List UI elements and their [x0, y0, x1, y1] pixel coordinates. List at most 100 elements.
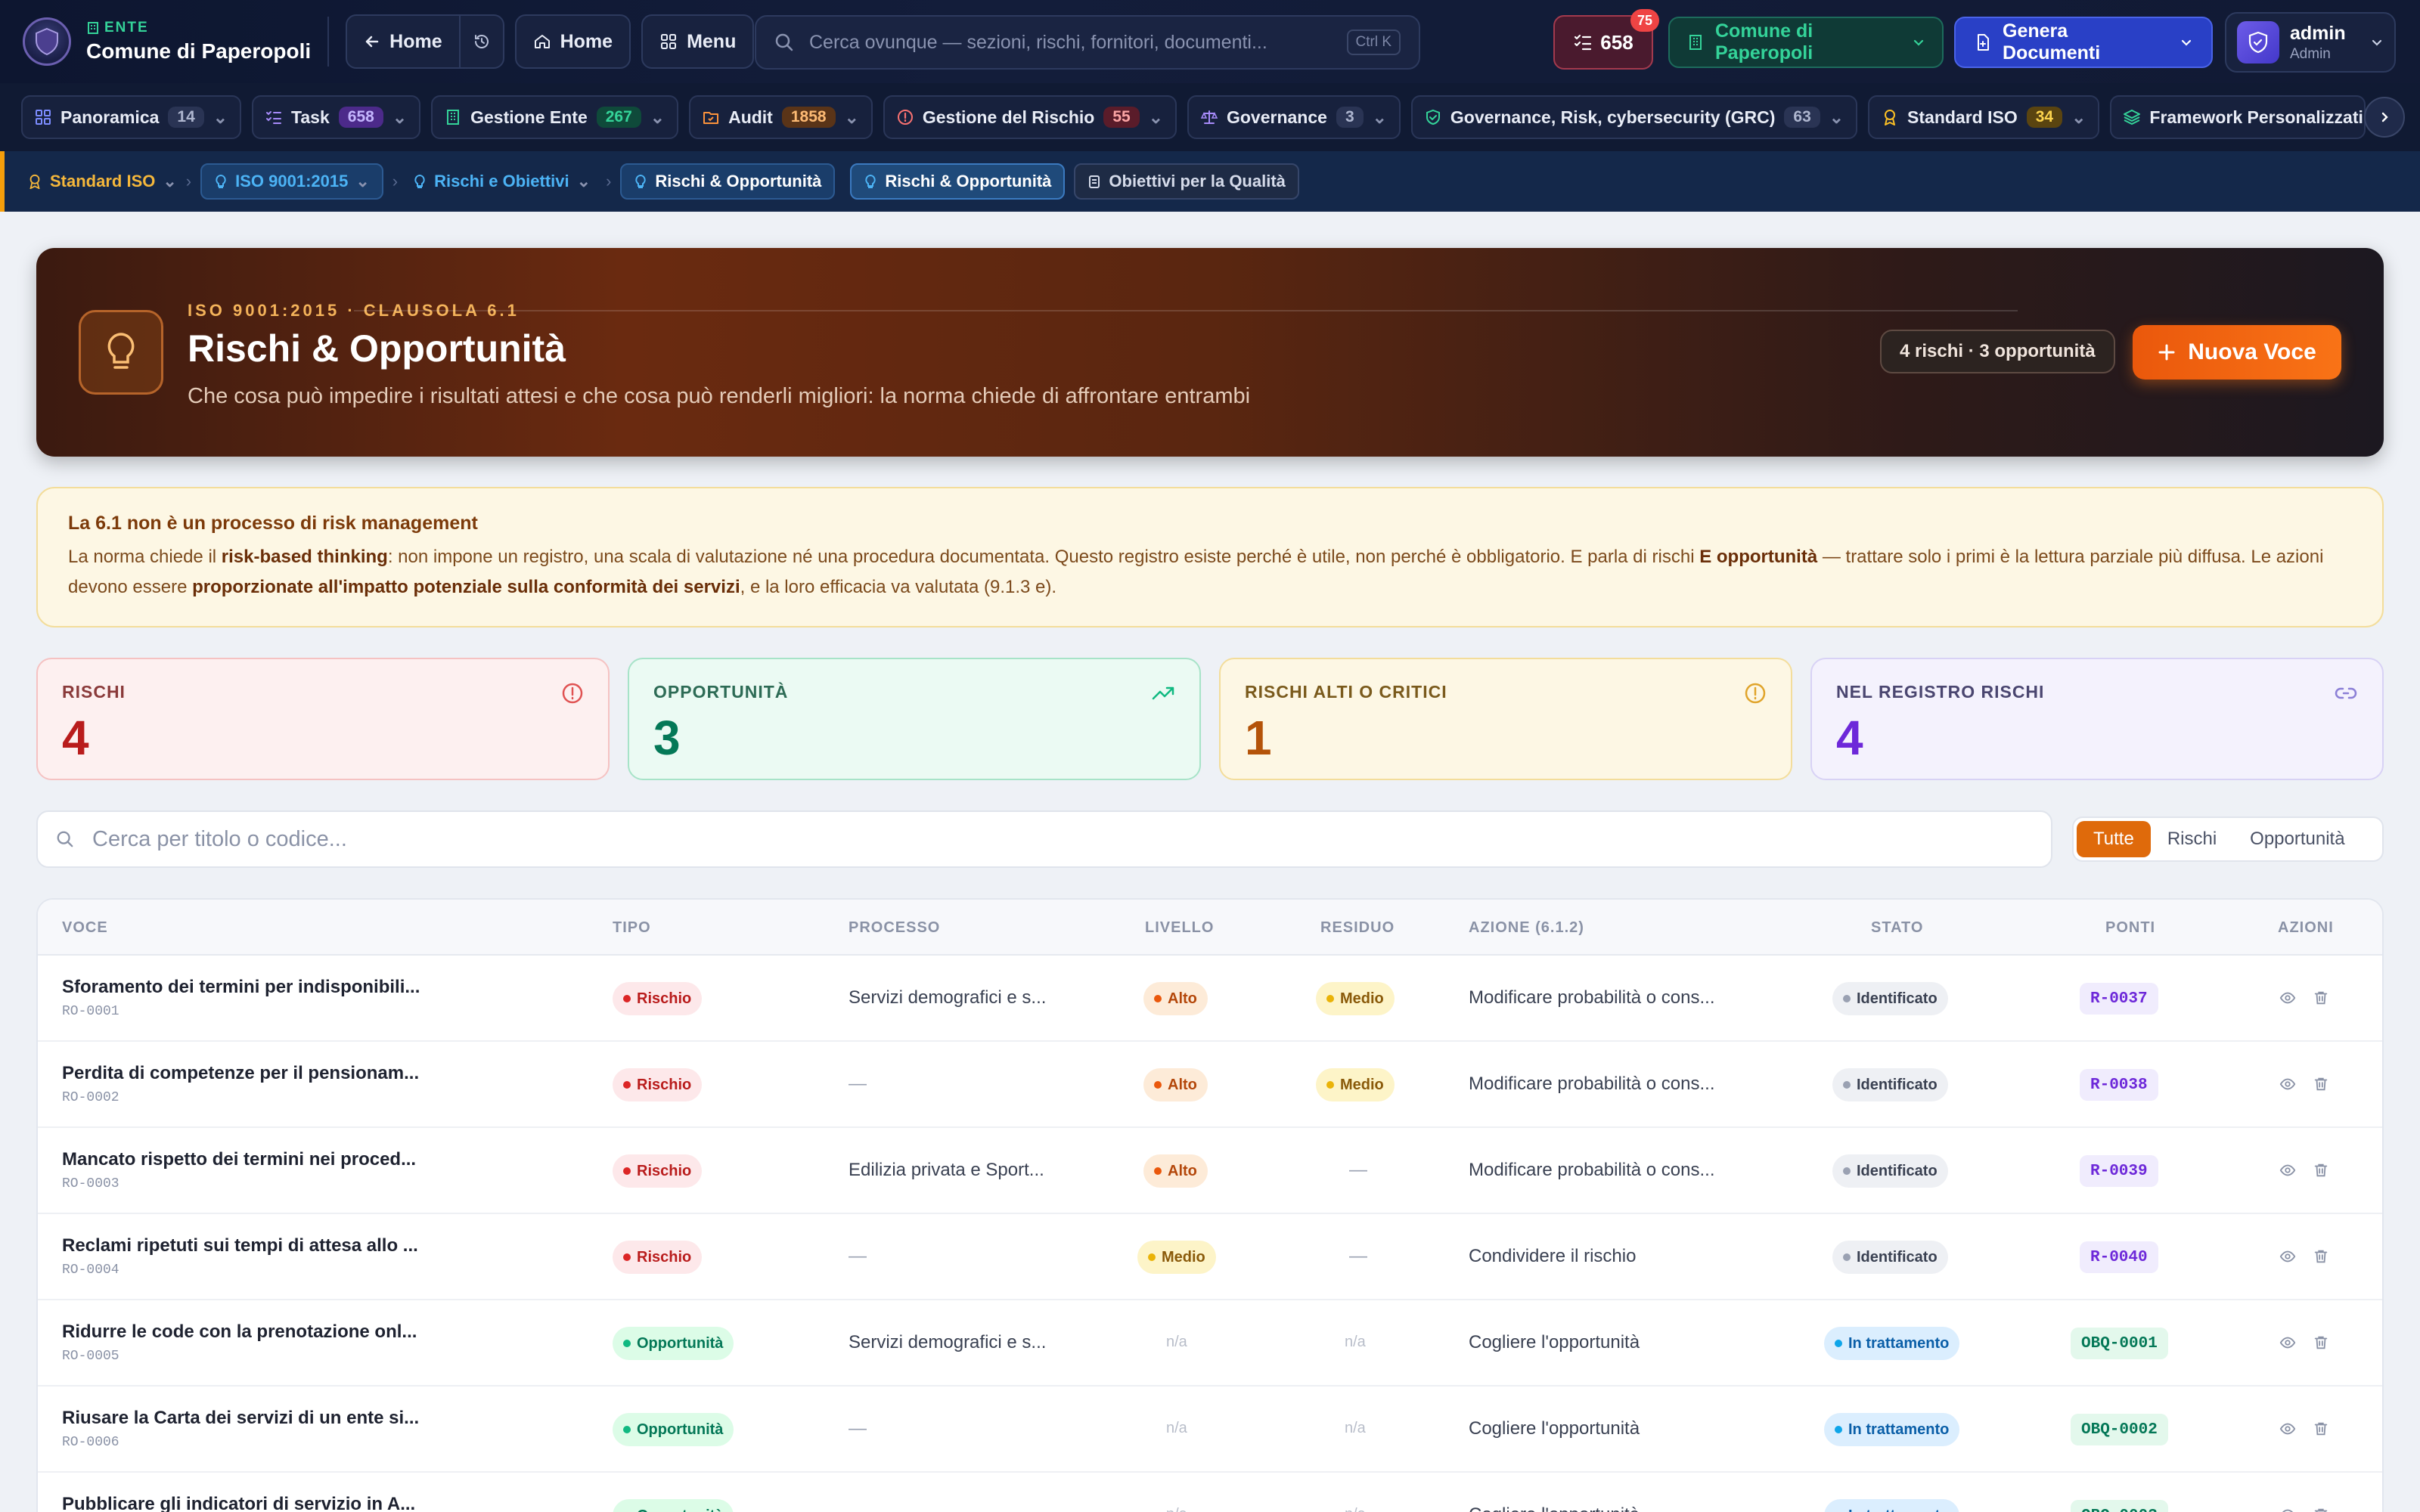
livello-badge: Alto	[1143, 982, 1208, 1015]
history-button[interactable]	[461, 16, 503, 67]
row-title[interactable]: Pubblicare gli indicatori di servizio in…	[62, 1494, 415, 1512]
back-home-button[interactable]: Home	[347, 16, 461, 67]
col-livello: LIVELLO	[1145, 919, 1215, 936]
module-count: 1858	[781, 107, 836, 128]
module-panoramica[interactable]: Panoramica 14 ⌄	[21, 95, 242, 139]
trash-icon[interactable]	[2313, 1162, 2329, 1179]
table-row[interactable]: Sforamento dei termini per indisponibili…	[38, 956, 2382, 1042]
ente-selector[interactable]: Comune di Paperopoli	[1668, 17, 1944, 68]
row-title[interactable]: Perdita di competenze per il pensionam..…	[62, 1063, 419, 1084]
bridge-link[interactable]: OBQ-0003	[2071, 1500, 2168, 1512]
row-title[interactable]: Riusare la Carta dei servizi di un ente …	[62, 1408, 419, 1429]
row-title[interactable]: Mancato rispetto dei termini nei proced.…	[62, 1149, 416, 1170]
alert-circle-icon	[561, 682, 584, 705]
new-entry-button[interactable]: Nuova Voce	[2133, 325, 2341, 380]
trash-icon[interactable]	[2313, 1248, 2329, 1265]
row-title[interactable]: Reclami ripetuti sui tempi di attesa all…	[62, 1235, 418, 1256]
table-search-input[interactable]: Cerca per titolo o codice...	[36, 810, 2052, 868]
trash-icon[interactable]	[2313, 1421, 2329, 1437]
bridge-link[interactable]: OBQ-0002	[2071, 1414, 2168, 1445]
table-row[interactable]: Perdita di competenze per il pensionam..…	[38, 1042, 2382, 1128]
module-label: Standard ISO	[1907, 107, 2018, 127]
eye-icon[interactable]	[2279, 990, 2296, 1006]
home-button[interactable]: Home	[514, 14, 631, 69]
row-actions	[2279, 1421, 2329, 1437]
table-row[interactable]: Pubblicare gli indicatori di servizio in…	[38, 1473, 2382, 1512]
module-framework[interactable]: Framework Personalizzati	[2110, 95, 2366, 139]
type-badge: Rischio	[613, 1154, 703, 1188]
col-voce: VOCE	[62, 919, 108, 936]
scroll-right-button[interactable]	[2364, 97, 2405, 138]
type-badge: Rischio	[613, 982, 703, 1015]
page-hero: ISO 9001:2015 · CLAUSOLA 6.1 Rischi & Op…	[36, 248, 2384, 457]
type-badge: Rischio	[613, 1068, 703, 1101]
filter-opportunita[interactable]: Opportunità	[2233, 821, 2361, 857]
eye-icon[interactable]	[2279, 1076, 2296, 1092]
eye-icon[interactable]	[2279, 1248, 2296, 1265]
tab-obiettivi-qualita[interactable]: Obiettivi per la Qualità	[1074, 163, 1299, 200]
table-row[interactable]: Reclami ripetuti sui tempi di attesa all…	[38, 1214, 2382, 1300]
type-badge: Opportunità	[613, 1413, 734, 1446]
lightbulb-icon	[79, 310, 163, 395]
global-search-input[interactable]: Cerca ovunque — sezioni, rischi, fornito…	[755, 15, 1420, 70]
bridge-link[interactable]: OBQ-0001	[2071, 1328, 2168, 1359]
divider	[327, 17, 330, 67]
row-title[interactable]: Sforamento dei termini per indisponibili…	[62, 977, 420, 998]
module-label: Framework Personalizzati	[2149, 107, 2363, 127]
chevron-down-icon: ⌄	[2071, 107, 2086, 127]
home-group: Home	[346, 14, 504, 69]
bridge-link[interactable]: R-0040	[2080, 1241, 2158, 1273]
trash-icon[interactable]	[2313, 1507, 2329, 1512]
eye-icon[interactable]	[2279, 1334, 2296, 1351]
house-icon	[533, 33, 551, 51]
row-actions	[2279, 1162, 2329, 1179]
eye-icon[interactable]	[2279, 1421, 2296, 1437]
module-governance[interactable]: Governance 3 ⌄	[1187, 95, 1401, 139]
livello-badge: Alto	[1143, 1154, 1208, 1188]
bridge-link[interactable]: R-0039	[2080, 1155, 2158, 1187]
clipboard-icon	[1087, 174, 1101, 189]
chevron-down-icon	[2370, 36, 2384, 49]
module-task[interactable]: Task 658 ⌄	[252, 95, 421, 139]
global-search-placeholder: Cerca ovunque — sezioni, rischi, fornito…	[809, 31, 1267, 53]
module-bar: Panoramica 14 ⌄ Task 658 ⌄ Gestione Ente…	[0, 83, 2420, 151]
row-title[interactable]: Ridurre le code con la prenotazione onl.…	[62, 1321, 417, 1343]
trash-icon[interactable]	[2313, 990, 2329, 1006]
bridge-link[interactable]: R-0038	[2080, 1069, 2158, 1101]
module-gestione-rischio[interactable]: Gestione del Rischio 55 ⌄	[883, 95, 1177, 139]
breadcrumb-current[interactable]: Rischi & Opportunità	[620, 163, 836, 200]
trash-icon[interactable]	[2313, 1076, 2329, 1092]
filter-rischi[interactable]: Rischi	[2151, 821, 2233, 857]
module-standard-iso[interactable]: Standard ISO 34 ⌄	[1868, 95, 2100, 139]
table-row[interactable]: Ridurre le code con la prenotazione onl.…	[38, 1300, 2382, 1387]
breadcrumb-standard-iso[interactable]: Standard ISO ⌄	[27, 172, 177, 191]
eye-icon[interactable]	[2279, 1507, 2296, 1512]
module-gestione-ente[interactable]: Gestione Ente 267 ⌄	[431, 95, 679, 139]
document-plus-icon	[1974, 33, 1992, 51]
risk-opportunity-table: VOCE TIPO PROCESSO LIVELLO RESIDUO AZION…	[36, 898, 2384, 1512]
module-label: Gestione del Rischio	[922, 107, 1095, 127]
menu-button[interactable]: Menu	[641, 14, 755, 69]
ente-block[interactable]: ENTE Comune di Paperopoli	[23, 17, 311, 66]
module-grc[interactable]: Governance, Risk, cybersecurity (GRC) 63…	[1410, 95, 1858, 139]
module-count: 658	[338, 107, 383, 128]
breadcrumb-iso9001[interactable]: ISO 9001:2015 ⌄	[200, 163, 383, 200]
module-audit[interactable]: Audit 1858 ⌄	[689, 95, 873, 139]
generate-documents-button[interactable]: Genera Documenti	[1954, 17, 2213, 68]
user-menu[interactable]: admin Admin	[2225, 12, 2396, 73]
residuo-na: n/a	[1345, 1420, 1366, 1436]
eye-icon[interactable]	[2279, 1162, 2296, 1179]
residuo-na: n/a	[1345, 1334, 1366, 1350]
breadcrumb-rischi-obiettivi[interactable]: Rischi e Obiettivi ⌄	[407, 172, 597, 191]
chevron-down-icon: ⌄	[576, 172, 591, 191]
award-icon	[27, 174, 42, 189]
search-icon	[774, 33, 794, 52]
table-row[interactable]: Riusare la Carta dei servizi di un ente …	[38, 1387, 2382, 1473]
bridge-link[interactable]: R-0037	[2080, 983, 2158, 1015]
filter-tutte[interactable]: Tutte	[2077, 821, 2151, 857]
module-label: Audit	[728, 107, 773, 127]
table-row[interactable]: Mancato rispetto dei termini nei proced.…	[38, 1128, 2382, 1214]
trash-icon[interactable]	[2313, 1334, 2329, 1351]
tab-rischi-opportunita[interactable]: Rischi & Opportunità	[850, 163, 1066, 200]
stat-label: RISCHI	[62, 682, 126, 702]
